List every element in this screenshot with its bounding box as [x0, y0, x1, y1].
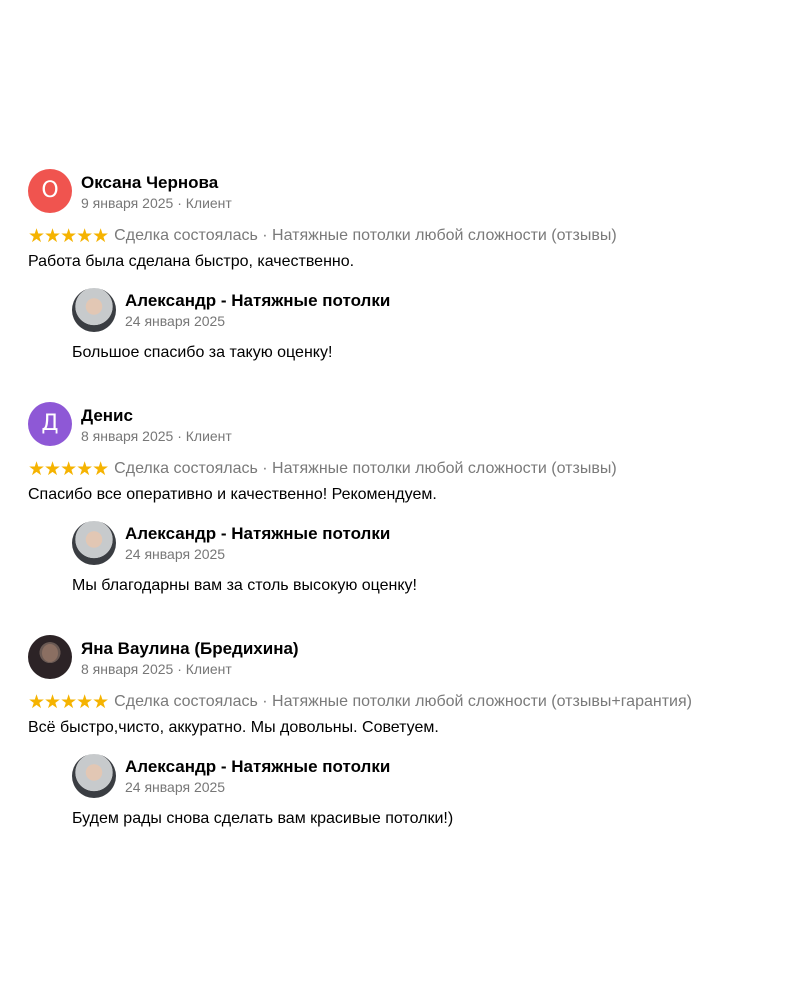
deal-status: Сделка состоялась · Натяжные потолки люб… — [114, 460, 617, 477]
review-text: Всё быстро,чисто, аккуратно. Мы довольны… — [28, 719, 439, 736]
seller-reply: Александр - Натяжные потолки 24 января 2… — [72, 288, 788, 368]
review-meta: 8 января 2025 · Клиент — [81, 661, 232, 677]
reply-text: Будем рады снова сделать вам красивые по… — [72, 810, 454, 827]
review-text: Спасибо все оперативно и качественно! Ре… — [28, 486, 437, 503]
star-rating-icon: ★★★★★ — [28, 458, 109, 480]
seller-avatar[interactable] — [72, 521, 116, 565]
rating-row: ★★★★★ Сделка состоялась · Натяжные потол… — [28, 458, 788, 480]
review-author: О Оксана Чернова 9 января 2025 · Клиент — [28, 169, 788, 215]
seller-reply: Александр - Натяжные потолки 24 января 2… — [72, 754, 788, 834]
author-name[interactable]: Денис — [81, 406, 133, 426]
rating-row: ★★★★★ Сделка состоялась · Натяжные потол… — [28, 691, 788, 713]
review-author: Яна Ваулина (Бредихина) 8 января 2025 · … — [28, 635, 788, 681]
review-author: Д Денис 8 января 2025 · Клиент — [28, 402, 788, 448]
author-name[interactable]: Яна Ваулина (Бредихина) — [81, 639, 299, 659]
star-rating-icon: ★★★★★ — [28, 691, 109, 713]
avatar[interactable]: О — [28, 169, 72, 213]
seller-name[interactable]: Александр - Натяжные потолки — [125, 757, 390, 777]
reply-text: Большое спасибо за такую оценку! — [72, 344, 333, 361]
star-rating-icon: ★★★★★ — [28, 225, 109, 247]
review-card: Д Денис 8 января 2025 · Клиент ★★★★★ Сде… — [28, 402, 788, 601]
rating-row: ★★★★★ Сделка состоялась · Натяжные потол… — [28, 225, 788, 247]
review-text: Работа была сделана быстро, качественно. — [28, 253, 355, 270]
seller-avatar[interactable] — [72, 288, 116, 332]
author-name[interactable]: Оксана Чернова — [81, 173, 218, 193]
avatar[interactable] — [28, 635, 72, 679]
review-card: О Оксана Чернова 9 января 2025 · Клиент … — [28, 169, 788, 368]
deal-status: Сделка состоялась · Натяжные потолки люб… — [114, 693, 692, 710]
seller-reply: Александр - Натяжные потолки 24 января 2… — [72, 521, 788, 601]
deal-status: Сделка состоялась · Натяжные потолки люб… — [114, 227, 617, 244]
seller-avatar[interactable] — [72, 754, 116, 798]
reply-date: 24 января 2025 — [125, 546, 226, 562]
reply-date: 24 января 2025 — [125, 313, 226, 329]
seller-name[interactable]: Александр - Натяжные потолки — [125, 524, 390, 544]
reply-text: Мы благодарны вам за столь высокую оценк… — [72, 577, 417, 594]
avatar[interactable]: Д — [28, 402, 72, 446]
avatar-photo-icon — [42, 644, 58, 662]
reply-date: 24 января 2025 — [125, 779, 226, 795]
review-meta: 9 января 2025 · Клиент — [81, 195, 232, 211]
seller-name[interactable]: Александр - Натяжные потолки — [125, 291, 390, 311]
review-card: Яна Ваулина (Бредихина) 8 января 2025 · … — [28, 635, 788, 834]
review-meta: 8 января 2025 · Клиент — [81, 428, 232, 444]
